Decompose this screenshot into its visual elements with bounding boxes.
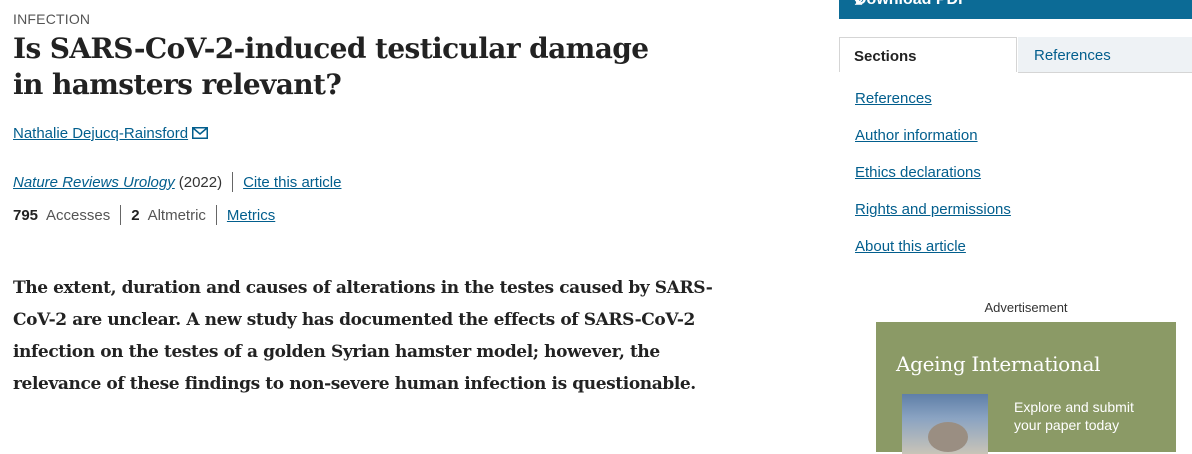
tab-references[interactable]: References [1018, 37, 1192, 73]
advertisement-banner[interactable]: Ageing International Explore and submit … [876, 322, 1176, 454]
ad-title: Ageing International [896, 352, 1101, 376]
section-list: References Author information Ethics dec… [855, 90, 1011, 275]
publication-year: (2022) [178, 173, 223, 191]
ad-text: Explore and submit your paper today [1014, 399, 1134, 433]
section-link-about-this-article[interactable]: About this article [855, 238, 966, 255]
ad-journal-cover [902, 394, 988, 454]
sidebar-tabs: Sections References [839, 37, 1192, 73]
article-title: Is SARS-CoV-2-induced testicular damage … [13, 32, 649, 101]
accesses-label: Accesses [46, 206, 111, 224]
article-category: INFECTION [13, 11, 91, 27]
section-link-rights-and-permissions[interactable]: Rights and permissions [855, 201, 1011, 218]
divider [120, 205, 122, 225]
download-icon: ⤓ [855, 0, 1188, 9]
section-link-author-information[interactable]: Author information [855, 127, 978, 144]
tab-sections[interactable]: Sections [839, 37, 1017, 72]
cite-article-link[interactable]: Cite this article [243, 174, 341, 191]
article-abstract: The extent, duration and causes of alter… [13, 278, 713, 394]
author-link[interactable]: Nathalie Dejucq-Rainsford [13, 125, 188, 142]
metrics-row: 795 Accesses 2 Altmetric Metrics [13, 205, 275, 225]
advertisement-label: Advertisement [984, 300, 1068, 315]
mail-icon[interactable] [192, 126, 209, 139]
section-link-references[interactable]: References [855, 90, 932, 107]
altmetric-label: Altmetric [147, 206, 206, 224]
author-row: Nathalie Dejucq-Rainsford [13, 125, 209, 142]
accesses-count: 795 [13, 206, 39, 224]
download-pdf-button[interactable]: Download PDF ⤓ [839, 0, 1192, 19]
divider [232, 172, 234, 192]
journal-row: Nature Reviews Urology (2022) Cite this … [13, 172, 341, 192]
altmetric-count: 2 [131, 206, 140, 224]
metrics-link[interactable]: Metrics [227, 207, 275, 224]
divider [215, 205, 217, 225]
section-link-ethics-declarations[interactable]: Ethics declarations [855, 164, 981, 181]
journal-link[interactable]: Nature Reviews Urology [13, 174, 175, 191]
